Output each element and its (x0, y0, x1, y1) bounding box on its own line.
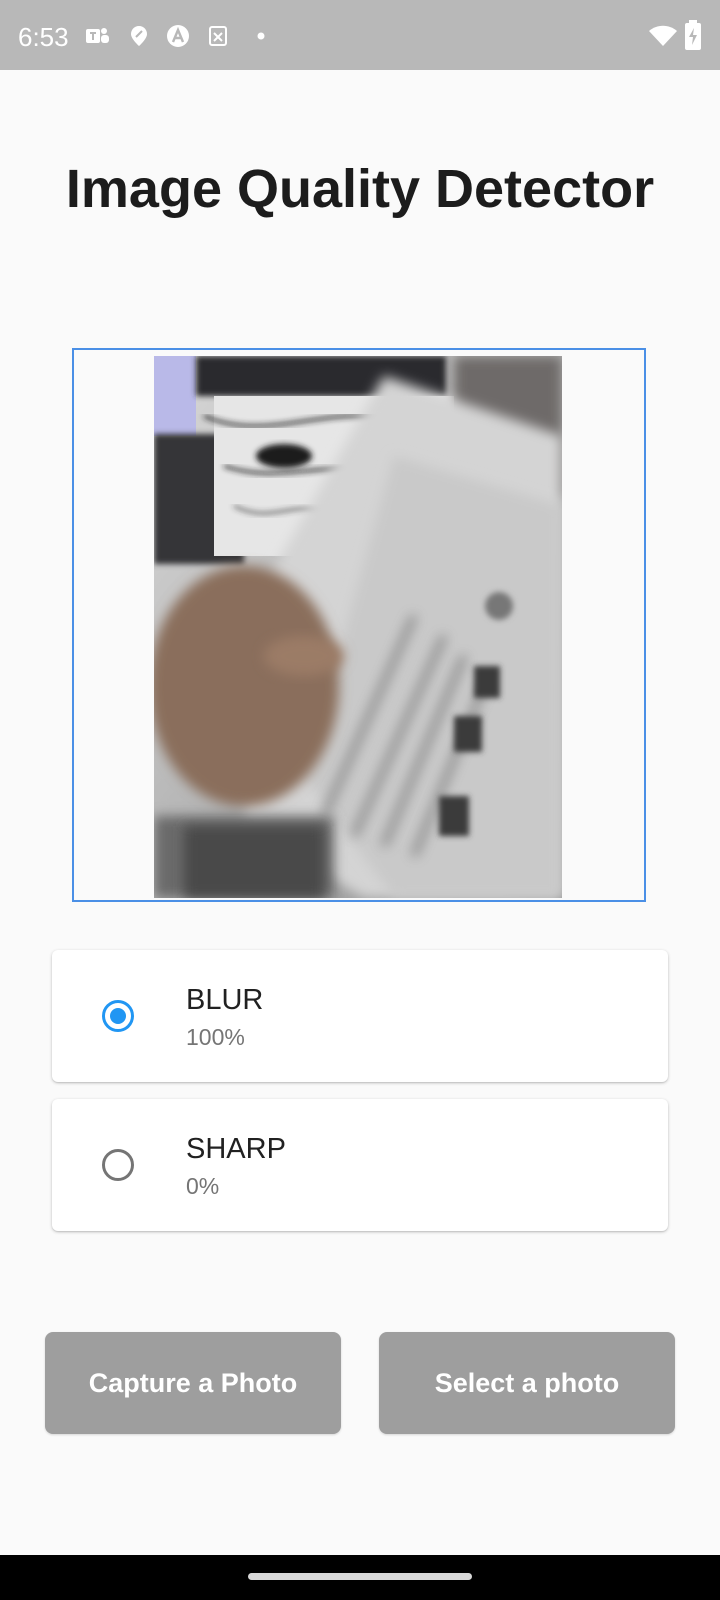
result-card-blur[interactable]: BLUR 100% (52, 950, 668, 1082)
result-label: SHARP (186, 1133, 286, 1165)
close-box-icon (205, 24, 231, 48)
a-letter-icon (165, 24, 191, 48)
home-handle[interactable] (248, 1573, 472, 1580)
capture-photo-button[interactable]: Capture a Photo (45, 1332, 341, 1434)
status-bar: 6:53 (0, 0, 720, 70)
location-pin-icon (126, 24, 152, 48)
result-value: 0% (186, 1173, 220, 1199)
dot-icon (248, 24, 274, 48)
select-photo-button[interactable]: Select a photo (379, 1332, 675, 1434)
preview-photo (154, 356, 562, 898)
radio-blur[interactable] (102, 1000, 134, 1032)
radio-sharp[interactable] (102, 1149, 134, 1181)
navigation-bar (0, 1555, 720, 1600)
battery-charging-icon (684, 20, 702, 50)
result-value: 100% (186, 1024, 245, 1050)
result-label: BLUR (186, 984, 264, 1016)
status-time: 6:53 (18, 22, 69, 52)
page-title: Image Quality Detector (65, 159, 655, 219)
result-card-sharp[interactable]: SHARP 0% (52, 1099, 668, 1231)
teams-icon (84, 24, 110, 48)
image-preview-frame (72, 348, 646, 902)
wifi-icon (648, 24, 678, 48)
